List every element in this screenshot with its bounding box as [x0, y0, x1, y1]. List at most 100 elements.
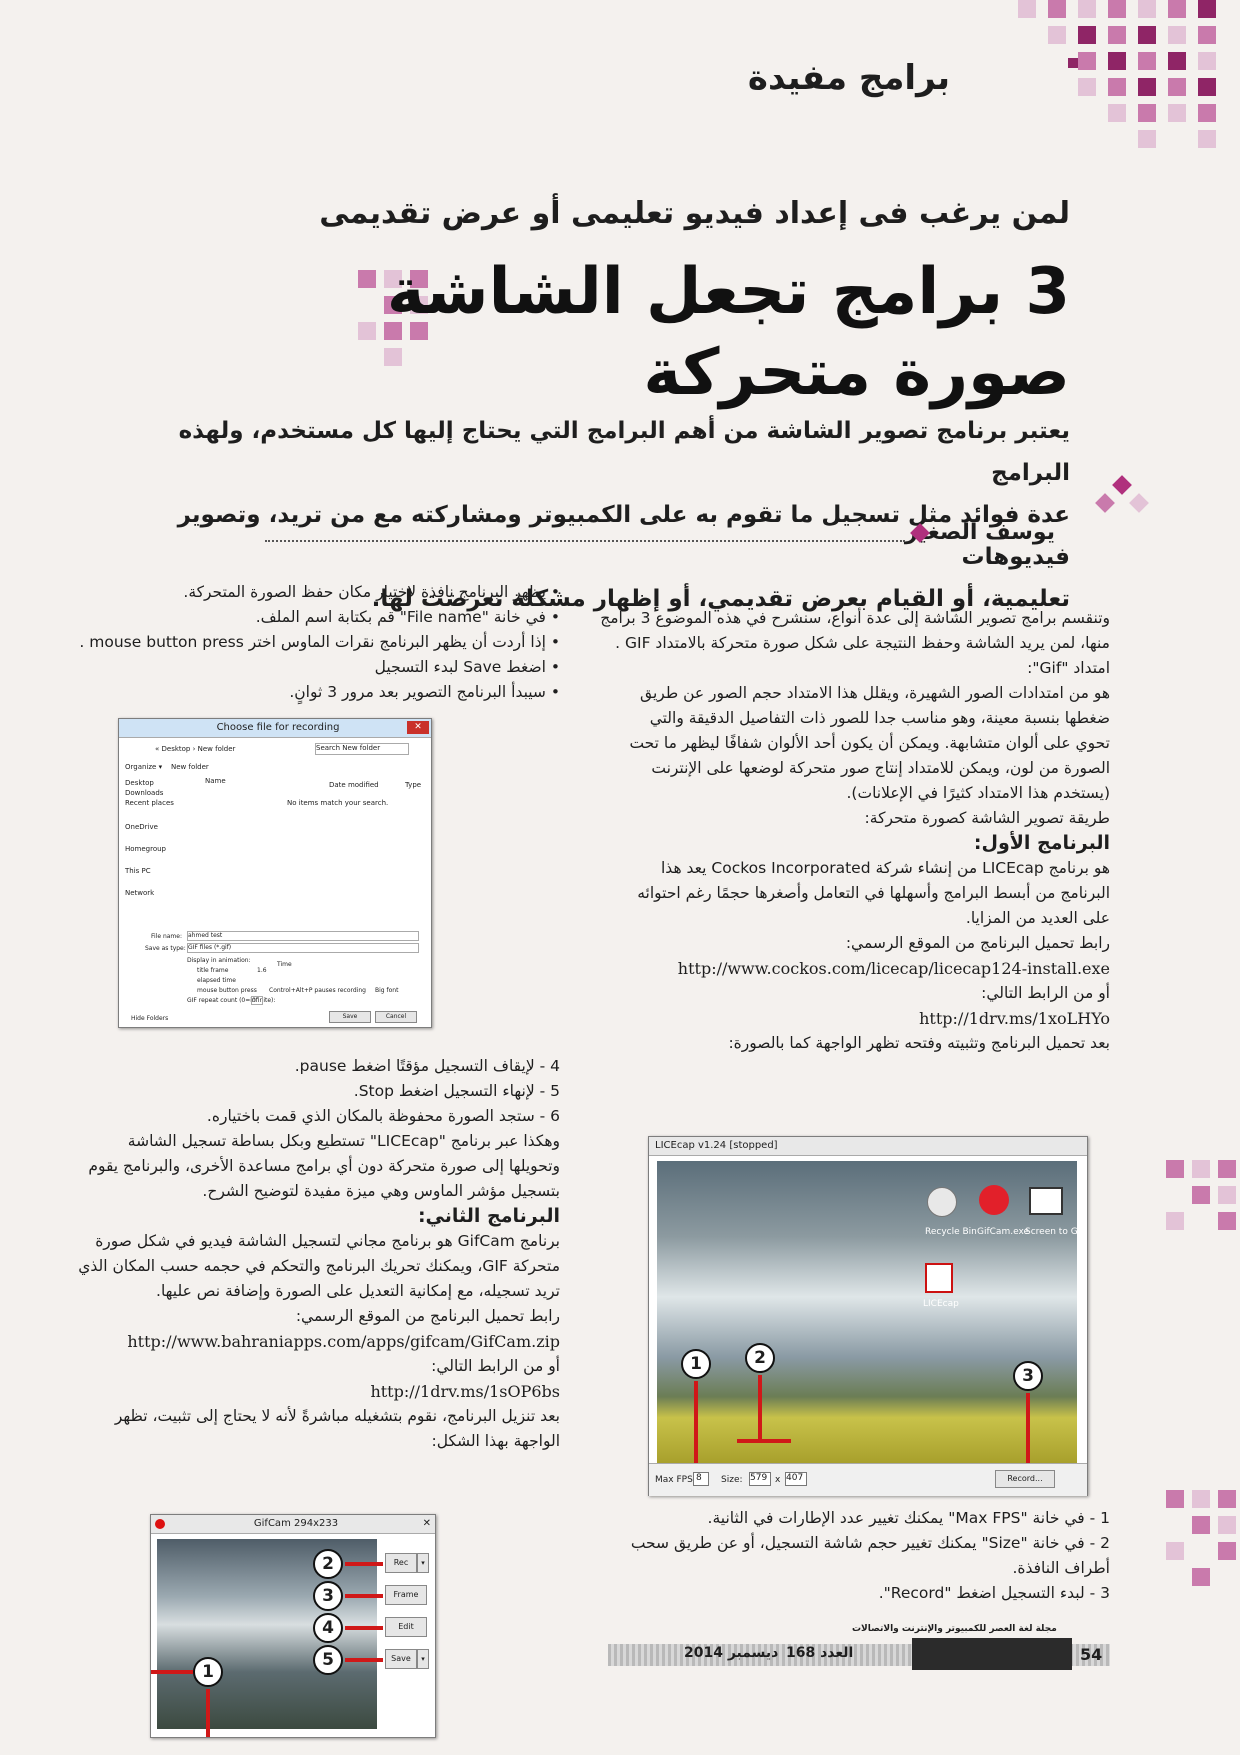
- option-title-frame[interactable]: title frame: [197, 967, 228, 974]
- licecap-statusbar: Max FPS: 8 Size: 579 x 407 Record...: [649, 1463, 1087, 1496]
- sidebar-item[interactable]: OneDrive: [125, 823, 195, 845]
- sidebar-item[interactable]: Network: [125, 889, 195, 899]
- screentogif-icon: [1029, 1187, 1063, 1215]
- callout-marker: 3: [1013, 1361, 1043, 1391]
- paragraph-line: وتحويلها إلى صورة متحركة دون أي برامج مس…: [88, 1157, 560, 1175]
- paragraph-line: رابط تحميل البرنامج من الموقع الرسمي:: [295, 1307, 560, 1325]
- callout-arrow: [206, 1689, 210, 1737]
- column-date[interactable]: Date modified: [329, 781, 379, 789]
- gifcam-title: GifCam 294x233: [253, 1518, 339, 1529]
- file-name-input[interactable]: ahmed test: [187, 931, 419, 941]
- step-line: أطراف النافذة.: [1012, 1559, 1110, 1577]
- download-link[interactable]: http://1drv.ms/1xoLHYo: [590, 1006, 1110, 1031]
- file-name-label: File name:: [151, 933, 182, 940]
- frame-button[interactable]: Frame: [385, 1585, 427, 1605]
- sidebar-item[interactable]: Homegroup: [125, 845, 195, 867]
- rec-dropdown[interactable]: ▾: [417, 1553, 429, 1573]
- callout-arrow: [737, 1439, 791, 1443]
- column-name[interactable]: Name: [205, 777, 226, 785]
- step-line: 4 - لإيقاف التسجيل مؤقتًا اضغط pause.: [294, 1057, 560, 1075]
- gifcam-titlebar: GifCam 294x233 ✕: [151, 1515, 435, 1534]
- section-label: برامج مفيدة: [747, 58, 950, 98]
- desktop-icon-gifcam: GifCam.exe: [977, 1227, 1030, 1237]
- save-button[interactable]: Save: [329, 1011, 371, 1023]
- paragraph-line: الواجهة بهذا الشكل:: [431, 1432, 560, 1450]
- paragraph-line: امتداد "Gif":: [1027, 659, 1110, 677]
- step-line: 3 - لبدء التسجيل اضغط "Record".: [878, 1584, 1110, 1602]
- step-line: 5 - لإنهاء التسجيل اضغط Stop.: [353, 1082, 560, 1100]
- page-number: 54: [1080, 1645, 1103, 1664]
- gifcam-capture-area: [157, 1539, 377, 1729]
- callout-arrow: [1026, 1393, 1030, 1463]
- option-ctrl-pause[interactable]: Control+Alt+P pauses recording: [269, 987, 366, 994]
- dialog-sidebar: Desktop Downloads Recent places OneDrive…: [125, 779, 195, 899]
- organize-menu[interactable]: Organize ▾: [125, 763, 162, 771]
- gifcam-icon: [155, 1519, 165, 1529]
- paragraph-line: بتسجيل مؤشر الماوس وهي ميزة مفيدة لتوضيح…: [202, 1182, 560, 1200]
- paragraph-line: (يستخدم هذا الامتداد كثيرًا في الإعلانات…: [846, 784, 1111, 802]
- paragraph-line: بعد تحميل البرنامج وتثبيته وفتحه تظهر ال…: [728, 1034, 1110, 1052]
- breadcrumb[interactable]: « Desktop › New folder: [155, 745, 235, 753]
- intro-diamond-icon: [1112, 475, 1132, 495]
- close-icon[interactable]: ✕: [423, 1515, 431, 1533]
- edit-button[interactable]: Edit: [385, 1617, 427, 1637]
- callout-marker: 4: [313, 1613, 343, 1643]
- display-label: Display in animation:: [187, 957, 251, 964]
- time-field[interactable]: Time: [277, 961, 292, 968]
- size-height-input[interactable]: 407: [785, 1472, 807, 1486]
- paragraph-line: طريقة تصوير الشاشة كصورة متحركة:: [864, 809, 1110, 827]
- record-button[interactable]: Record...: [995, 1470, 1055, 1488]
- dialog-title: Choose file for recording: [216, 722, 340, 733]
- option-big-font[interactable]: Big font: [375, 987, 398, 994]
- desktop-icon-recycle-bin: Recycle Bin: [925, 1227, 977, 1237]
- callout-marker: 1: [681, 1349, 711, 1379]
- option-mouse[interactable]: mouse button press: [197, 987, 257, 994]
- maxfps-input[interactable]: 8: [693, 1472, 709, 1486]
- save-dropdown[interactable]: ▾: [417, 1649, 429, 1669]
- footer-magazine: مجلة لغة العصر للكمبيوتر والإنترنت والات…: [852, 1624, 1057, 1634]
- close-icon[interactable]: ✕: [407, 721, 429, 734]
- save-button[interactable]: Save: [385, 1649, 417, 1669]
- rec-button[interactable]: Rec: [385, 1553, 417, 1573]
- option-elapsed[interactable]: elapsed time: [197, 977, 236, 984]
- paragraph-line: الصورة من لون، ويمكن للامتداد إنتاج صور …: [651, 759, 1110, 777]
- save-type-select[interactable]: GIF files (*.gif): [187, 943, 419, 953]
- article-title-line1: 3 برامج تجعل الشاشة: [386, 255, 1070, 329]
- left-column-main: 4 - لإيقاف التسجيل مؤقتًا اضغط pause. 5 …: [60, 1054, 560, 1454]
- size-width-input[interactable]: 579: [749, 1472, 771, 1486]
- download-link[interactable]: http://www.cockos.com/licecap/licecap124…: [590, 956, 1110, 981]
- sidebar-item[interactable]: Downloads: [125, 789, 195, 799]
- sidebar-item[interactable]: Desktop: [125, 779, 195, 789]
- footer-date: ديسمبر 2014: [684, 1645, 779, 1661]
- callout-arrow: [345, 1658, 383, 1662]
- callout-arrow: [694, 1381, 698, 1463]
- footer-issue: العدد 168: [786, 1645, 854, 1661]
- paragraph-line: ضغطها بنسبة معينة، وهو مناسب جدا للصور ذ…: [649, 709, 1110, 727]
- paragraph-line: برنامج GifCam هو برنامج مجاني لتسجيل الش…: [95, 1232, 560, 1250]
- bullet-line: • في خانة "File name" قم بكتابة اسم المل…: [255, 608, 560, 626]
- gifcam-window: GifCam 294x233 ✕ Rec ▾ Frame Edit Save ▾…: [150, 1514, 436, 1738]
- repeat-input[interactable]: 0: [251, 996, 263, 1005]
- value-field[interactable]: 1.6: [257, 967, 267, 974]
- paragraph-line: متحركة GIF، ويمكنك تحريك البرنامج والتحك…: [78, 1257, 560, 1275]
- desktop-icon-licecap: LICEcap: [923, 1299, 959, 1309]
- search-input[interactable]: Search New folder: [315, 743, 409, 755]
- right-column: وتنقسم برامج تصوير الشاشة إلى عدة أنواع،…: [590, 606, 1110, 1056]
- download-link[interactable]: http://www.bahraniapps.com/apps/gifcam/G…: [60, 1329, 560, 1354]
- sidebar-item[interactable]: This PC: [125, 867, 195, 889]
- recycle-bin-icon: [927, 1187, 957, 1217]
- sidebar-item[interactable]: Recent places: [125, 799, 195, 823]
- new-folder-button[interactable]: New folder: [171, 763, 209, 771]
- gifcam-icon: [979, 1185, 1009, 1215]
- step-line: 1 - في خانة "Max FPS" يمكنك تغيير عدد ال…: [707, 1509, 1110, 1527]
- column-type[interactable]: Type: [405, 781, 421, 789]
- intro-line: يعتبر برنامج تصوير الشاشة من أهم البرامج…: [178, 418, 1070, 486]
- paragraph-line: على العديد من المزايا.: [965, 909, 1110, 927]
- hide-folders[interactable]: Hide Folders: [131, 1015, 168, 1022]
- licecap-steps: 1 - في خانة "Max FPS" يمكنك تغيير عدد ال…: [570, 1506, 1110, 1606]
- desktop-icon-screentogif: Screen to Gif: [1025, 1227, 1084, 1237]
- paragraph-line: وهكذا عبر برنامج "LICEcap" تستطيع وبكل ب…: [127, 1132, 560, 1150]
- download-link[interactable]: http://1drv.ms/1sOP6bs: [60, 1379, 560, 1404]
- callout-arrow: [151, 1670, 193, 1674]
- cancel-button[interactable]: Cancel: [375, 1011, 417, 1023]
